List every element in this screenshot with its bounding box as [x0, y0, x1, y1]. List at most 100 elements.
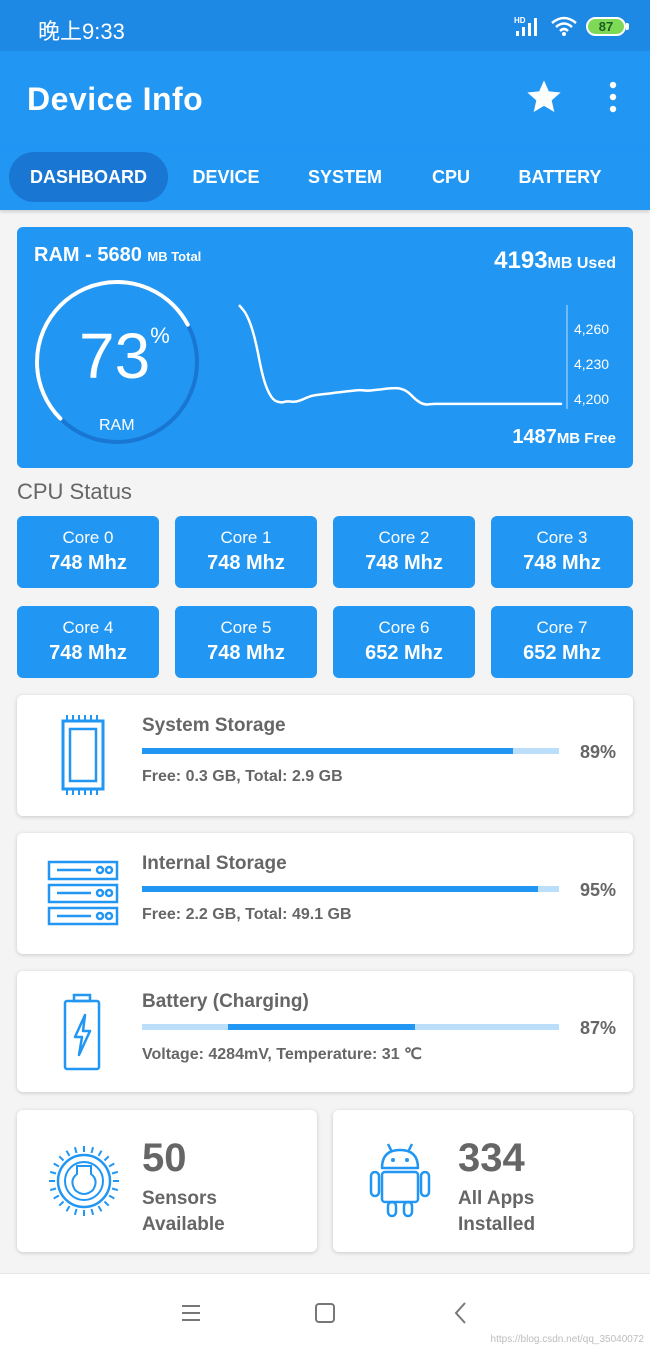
sensor-ray [103, 1200, 110, 1207]
ram-percent-value: 73 [79, 320, 151, 392]
battery-status-icon: 87 [586, 16, 629, 36]
core-frequency: 652 Mhz [365, 642, 443, 664]
server-icon [47, 860, 119, 926]
signal-icon: HD [514, 16, 537, 36]
core-card[interactable]: Core 4 748 Mhz [17, 606, 159, 678]
y-tick-label: 4,230 [574, 356, 609, 372]
wifi-icon [551, 16, 577, 36]
ram-free: 1487MB Free [512, 426, 616, 449]
core-card[interactable]: Core 7 652 Mhz [491, 606, 633, 678]
sensor-ray [90, 1208, 95, 1216]
tab-device[interactable]: DEVICE [180, 152, 272, 202]
system-storage-bar [142, 748, 559, 754]
home-square-icon[interactable] [308, 1296, 342, 1330]
ram-usage-line [238, 304, 563, 406]
battery-title: Battery (Charging) [142, 991, 309, 1012]
internal-storage-percent: 95% [579, 880, 616, 900]
back-chevron-icon[interactable] [444, 1296, 478, 1330]
status-bar: 晚上9:33 HD 87 [0, 0, 650, 51]
ram-used-value: 4193 [494, 247, 548, 274]
sensor-ray [97, 1150, 103, 1157]
core-name: Core 4 [62, 618, 114, 637]
system-storage-title: System Storage [142, 715, 286, 736]
tab-cpu[interactable]: CPU [420, 152, 482, 202]
battery-percent: 87% [579, 1018, 616, 1038]
core-name: Core 6 [378, 618, 430, 637]
star-icon[interactable] [524, 77, 564, 117]
core-frequency: 748 Mhz [207, 552, 285, 574]
ram-free-unit: MB Free [556, 430, 616, 447]
sensor-ray [49, 1187, 57, 1192]
navigation-bar: https://blog.csdn.net/qq_35040072 [0, 1273, 650, 1351]
core-frequency: 748 Mhz [523, 552, 601, 574]
status-icons: HD 87 [514, 14, 629, 38]
sd-card-icon [61, 715, 105, 795]
battery-detail: Voltage: 4284mV, Temperature: 31 ℃ [142, 1046, 423, 1063]
ram-used-unit: MB Used [547, 255, 616, 272]
system-storage-card[interactable]: System Storage Free: 0.3 GB, Total: 2.9 … [17, 695, 633, 816]
sensor-ray [103, 1155, 110, 1162]
core-name: Core 3 [536, 528, 588, 547]
core-card[interactable]: Core 1 748 Mhz [175, 516, 317, 588]
tab-system[interactable]: SYSTEM [295, 152, 395, 202]
sensor-ray [73, 1208, 78, 1216]
sensor-ray [65, 1205, 71, 1212]
more-vert-icon[interactable] [600, 79, 626, 115]
system-storage-detail: Free: 0.3 GB, Total: 2.9 GB [142, 768, 343, 785]
tab-bar: DASHBOARD DEVICE SYSTEM CPU BATTERY [0, 146, 650, 210]
apps-label: All Apps Installed [458, 1188, 536, 1235]
sensor-ray [97, 1205, 103, 1212]
sensor-ray [65, 1150, 71, 1157]
core-frequency: 748 Mhz [365, 552, 443, 574]
battery-level: 87 [598, 18, 614, 34]
ram-free-value: 1487 [512, 426, 557, 448]
ram-used: 4193MB Used [494, 247, 616, 275]
sensor-ray [58, 1200, 65, 1207]
sensor-ray [58, 1155, 65, 1162]
ram-total-value: RAM - 5680 [34, 244, 142, 266]
internal-storage-detail: Free: 2.2 GB, Total: 49.1 GB [142, 906, 352, 923]
apps-card[interactable]: 334 All Apps Installed [333, 1110, 633, 1252]
core-card[interactable]: Core 5 748 Mhz [175, 606, 317, 678]
ram-total: RAM - 5680 MB Total [34, 244, 201, 267]
internal-storage-title: Internal Storage [142, 853, 287, 874]
menu-icon[interactable] [174, 1296, 208, 1330]
apps-count: 334 [458, 1136, 525, 1180]
ram-gauge-label: RAM [99, 417, 135, 434]
core-name: Core 7 [536, 618, 588, 637]
battery-charging-bar [142, 1024, 559, 1030]
battery-card[interactable]: Battery (Charging) Voltage: 4284mV, Temp… [17, 971, 633, 1092]
sensor-ray [90, 1146, 95, 1154]
core-frequency: 748 Mhz [49, 642, 127, 664]
sensor-ray [108, 1162, 115, 1168]
core-card[interactable]: Core 0 748 Mhz [17, 516, 159, 588]
core-name: Core 2 [378, 528, 430, 547]
status-time: 晚上9:33 [38, 19, 125, 44]
core-card[interactable]: Core 2 748 Mhz [333, 516, 475, 588]
app-title: Device Info [27, 81, 204, 117]
system-storage-percent: 89% [579, 742, 616, 762]
tab-dashboard[interactable]: DASHBOARD [9, 152, 168, 202]
sensor-ray [111, 1170, 119, 1175]
ram-percent-sign: % [150, 323, 170, 348]
y-tick-label: 4,200 [574, 391, 609, 407]
sensor-ray [73, 1146, 78, 1154]
watermark: https://blog.csdn.net/qq_35040072 [490, 1334, 644, 1345]
core-name: Core 0 [62, 528, 114, 547]
android-icon [369, 1143, 431, 1218]
sensor-icon [49, 1146, 119, 1216]
internal-storage-card[interactable]: Internal Storage Free: 2.2 GB, Total: 49… [17, 833, 633, 954]
ram-card[interactable]: RAM - 5680 MB Total 4193MB Used 73% RAM … [17, 227, 633, 468]
tab-battery[interactable]: BATTERY [510, 152, 610, 202]
core-name: Core 1 [220, 528, 272, 547]
core-frequency: 652 Mhz [523, 642, 601, 664]
y-tick-label: 4,260 [574, 321, 609, 337]
core-card[interactable]: Core 3 748 Mhz [491, 516, 633, 588]
internal-storage-bar-fill [142, 886, 539, 892]
sensors-card[interactable]: 50 Sensors Available [17, 1110, 317, 1252]
core-card[interactable]: Core 6 652 Mhz [333, 606, 475, 678]
system-storage-bar-fill [142, 748, 514, 754]
sensor-ray [53, 1162, 60, 1168]
core-name: Core 5 [220, 618, 272, 637]
battery-charging-icon [63, 993, 101, 1071]
